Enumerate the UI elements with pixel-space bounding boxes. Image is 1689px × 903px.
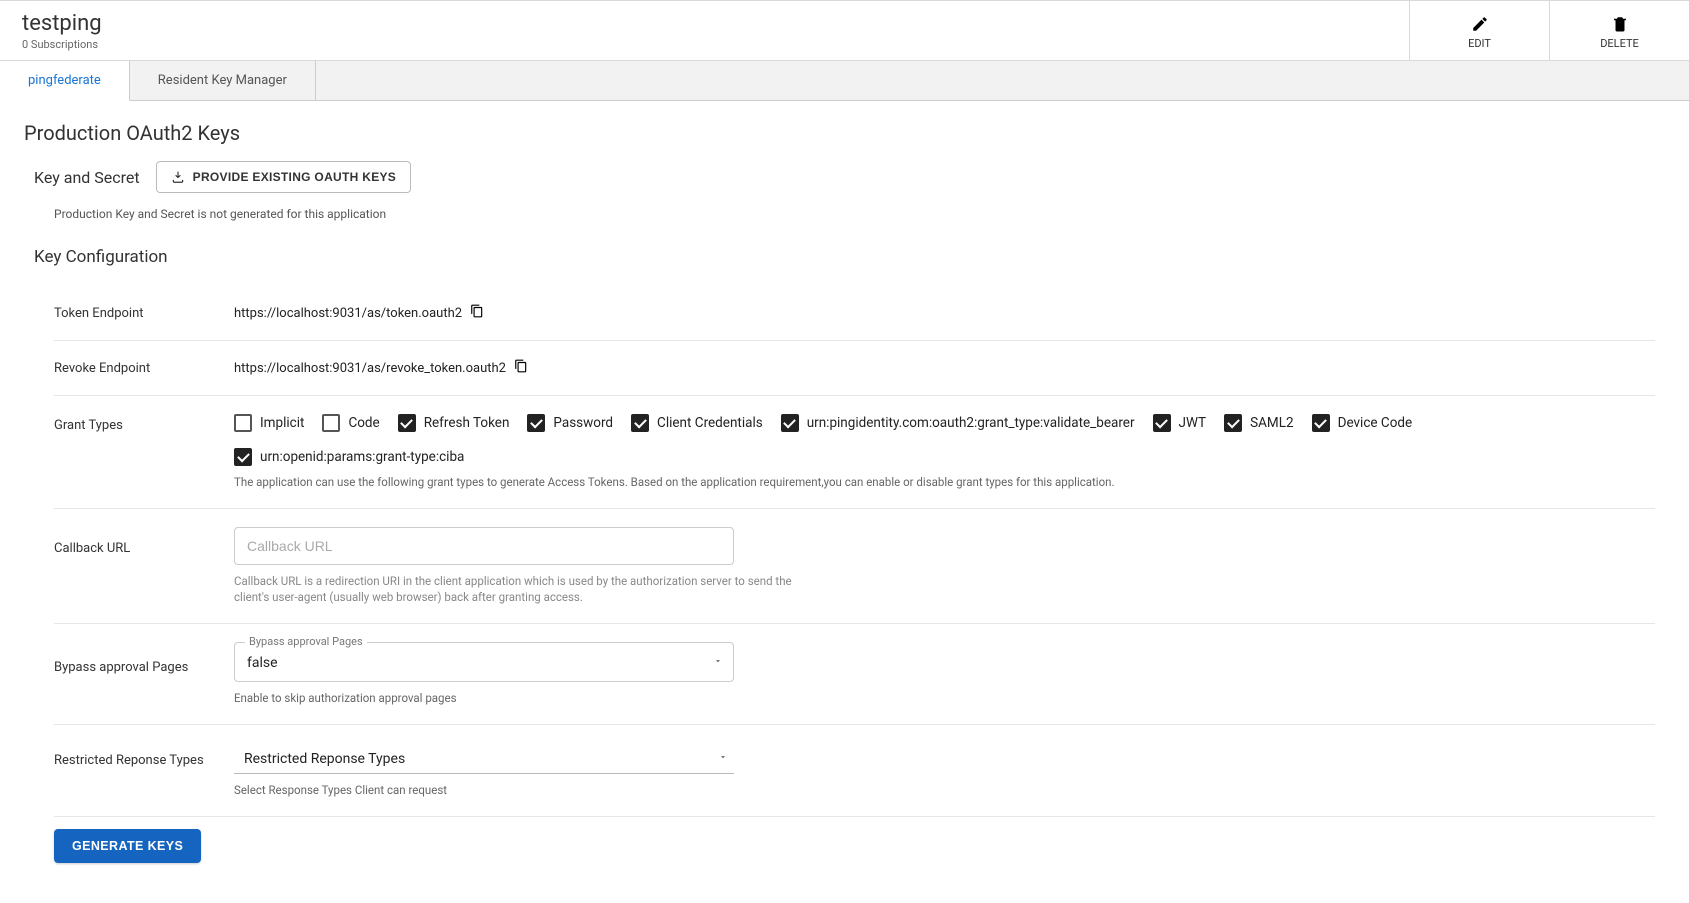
grant-type-checkbox[interactable]: urn:openid:params:grant-type:ciba: [234, 448, 464, 466]
generate-keys-label: GENERATE KEYS: [72, 839, 183, 853]
grant-type-label: Password: [553, 415, 613, 431]
grant-type-label: Client Credentials: [657, 415, 763, 431]
config-rows: Token Endpoint https://localhost:9031/as…: [54, 285, 1655, 817]
checkbox-unchecked-icon: [322, 414, 340, 432]
provide-btn-label: PROVIDE EXISTING OAUTH KEYS: [193, 170, 396, 184]
tab-pingfederate[interactable]: pingfederate: [0, 61, 130, 101]
key-configuration-title: Key Configuration: [34, 247, 1665, 267]
restricted-helper: Select Response Types Client can request: [234, 782, 794, 798]
tab-label: Resident Key Manager: [158, 73, 287, 88]
bypass-helper: Enable to skip authorization approval pa…: [234, 690, 794, 706]
header-actions: EDIT DELETE: [1409, 1, 1689, 60]
download-import-icon: [171, 170, 185, 184]
restricted-types-select[interactable]: Restricted Reponse Types: [234, 743, 734, 774]
row-bypass-approval: Bypass approval Pages Bypass approval Pa…: [54, 624, 1655, 725]
key-manager-tabs: pingfederate Resident Key Manager: [0, 61, 1689, 101]
checkbox-checked-icon: [1224, 414, 1242, 432]
key-and-secret-row: Key and Secret PROVIDE EXISTING OAUTH KE…: [34, 161, 1665, 193]
row-callback-url: Callback URL Callback URL is a redirecti…: [54, 509, 1655, 624]
callback-url-input[interactable]: [234, 527, 734, 565]
grant-type-checkbox[interactable]: Password: [527, 414, 613, 432]
tab-resident-key-manager[interactable]: Resident Key Manager: [130, 61, 316, 100]
row-grant-types: Grant Types Implicit Code Refresh Token Pas…: [54, 396, 1655, 509]
checkbox-checked-icon: [781, 414, 799, 432]
key-secret-info: Production Key and Secret is not generat…: [54, 207, 1665, 221]
trash-icon: [1611, 15, 1629, 33]
copy-icon[interactable]: [470, 304, 484, 322]
checkbox-unchecked-icon: [234, 414, 252, 432]
edit-label: EDIT: [1468, 37, 1491, 50]
grant-type-label: Device Code: [1338, 415, 1413, 431]
checkbox-checked-icon: [1312, 414, 1330, 432]
bypass-approval-label: Bypass approval Pages: [54, 642, 234, 675]
token-endpoint-label: Token Endpoint: [54, 304, 234, 321]
bypass-approval-select[interactable]: Bypass approval Pages false: [234, 642, 734, 682]
bypass-float-label: Bypass approval Pages: [245, 635, 367, 648]
callback-url-label: Callback URL: [54, 527, 234, 556]
grant-type-label: urn:openid:params:grant-type:ciba: [260, 449, 464, 465]
header-title-block: testping 0 Subscriptions: [0, 1, 1409, 59]
grant-types-list: Implicit Code Refresh Token Password Client …: [234, 414, 1655, 466]
edit-button[interactable]: EDIT: [1409, 1, 1549, 60]
pencil-icon: [1471, 15, 1489, 33]
revoke-endpoint-value: https://localhost:9031/as/revoke_token.o…: [234, 361, 506, 376]
provide-existing-keys-button[interactable]: PROVIDE EXISTING OAUTH KEYS: [156, 161, 411, 193]
grant-type-checkbox[interactable]: Implicit: [234, 414, 304, 432]
page-header: testping 0 Subscriptions EDIT DELETE: [0, 0, 1689, 61]
token-endpoint-value: https://localhost:9031/as/token.oauth2: [234, 306, 462, 321]
grant-type-label: Code: [348, 415, 379, 431]
grant-type-label: Refresh Token: [424, 415, 510, 431]
restricted-types-label: Restricted Reponse Types: [54, 743, 234, 768]
chevron-down-icon: [718, 750, 728, 766]
revoke-endpoint-label: Revoke Endpoint: [54, 359, 234, 376]
app-subtitle: 0 Subscriptions: [22, 38, 1409, 51]
delete-label: DELETE: [1600, 37, 1639, 50]
grant-types-label: Grant Types: [54, 414, 234, 433]
grant-type-label: JWT: [1179, 415, 1207, 431]
grant-type-checkbox[interactable]: Code: [322, 414, 379, 432]
grant-types-helper: The application can use the following gr…: [234, 474, 1655, 490]
grant-type-label: urn:pingidentity.com:oauth2:grant_type:v…: [807, 415, 1135, 431]
section-title: Production OAuth2 Keys: [24, 121, 1665, 145]
checkbox-checked-icon: [234, 448, 252, 466]
grant-type-checkbox[interactable]: Client Credentials: [631, 414, 763, 432]
app-title: testping: [22, 11, 1409, 36]
row-token-endpoint: Token Endpoint https://localhost:9031/as…: [54, 285, 1655, 341]
chevron-down-icon: [713, 654, 723, 670]
generate-keys-button[interactable]: GENERATE KEYS: [54, 829, 201, 863]
checkbox-checked-icon: [527, 414, 545, 432]
checkbox-checked-icon: [398, 414, 416, 432]
checkbox-checked-icon: [631, 414, 649, 432]
key-and-secret-title: Key and Secret: [34, 168, 140, 187]
copy-icon[interactable]: [514, 359, 528, 377]
bypass-value: false: [247, 655, 278, 671]
restricted-value: Restricted Reponse Types: [244, 751, 405, 767]
grant-type-checkbox[interactable]: SAML2: [1224, 414, 1293, 432]
grant-type-label: SAML2: [1250, 415, 1293, 431]
grant-type-label: Implicit: [260, 415, 304, 431]
content-area: Production OAuth2 Keys Key and Secret PR…: [0, 101, 1689, 903]
grant-type-checkbox[interactable]: JWT: [1153, 414, 1207, 432]
grant-type-checkbox[interactable]: Device Code: [1312, 414, 1413, 432]
tab-label: pingfederate: [28, 73, 101, 88]
checkbox-checked-icon: [1153, 414, 1171, 432]
row-restricted-response-types: Restricted Reponse Types Restricted Repo…: [54, 725, 1655, 817]
grant-type-checkbox[interactable]: Refresh Token: [398, 414, 510, 432]
delete-button[interactable]: DELETE: [1549, 1, 1689, 60]
row-revoke-endpoint: Revoke Endpoint https://localhost:9031/a…: [54, 341, 1655, 396]
grant-type-checkbox[interactable]: urn:pingidentity.com:oauth2:grant_type:v…: [781, 414, 1135, 432]
callback-url-helper: Callback URL is a redirection URI in the…: [234, 573, 794, 605]
